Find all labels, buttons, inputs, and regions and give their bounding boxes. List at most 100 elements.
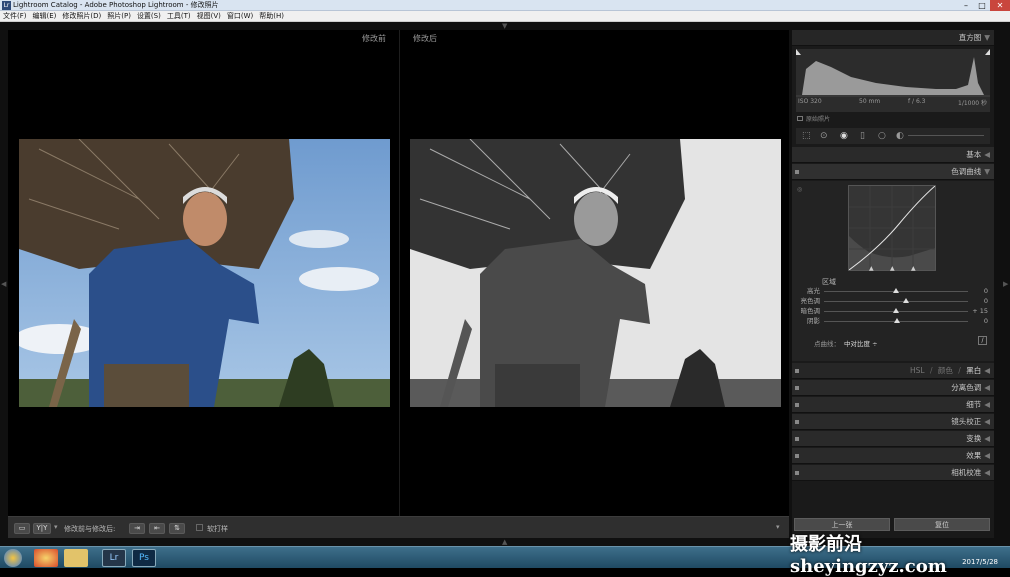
targeted-adjustment-icon[interactable]: ◎ [797,186,802,193]
lens-title: 镜头校正 [951,417,982,426]
window-title: Lightroom Catalog - Adobe Photoshop Ligh… [13,1,219,9]
slider-label: 阴影 [807,317,820,325]
swap-before-after-button[interactable]: ⇅ [169,523,185,534]
highlights-slider[interactable]: 高光 0 [798,287,988,296]
tone-curve-section-header[interactable]: 色调曲线 ▼ [792,164,994,180]
expand-icon: ◀ [984,150,990,159]
tab-hsl[interactable]: HSL [910,366,925,375]
mode-dropdown-icon[interactable]: ▾ [54,523,58,531]
panel-switch-icon[interactable] [795,369,799,373]
lens-section-header[interactable]: 镜头校正 ◀ [792,414,994,430]
panel-switch-icon[interactable] [795,386,799,390]
tone-curve-graph[interactable]: ▲ ▲ ▲ [848,185,936,272]
expand-icon: ◀ [984,400,990,409]
tool-strip-slider[interactable] [908,135,984,136]
tab-color[interactable]: 颜色 [938,366,953,375]
panel-switch-icon[interactable] [795,454,799,458]
softproof-checkbox[interactable] [196,524,203,531]
transform-section-header[interactable]: 变换 ◀ [792,431,994,447]
effects-title: 效果 [966,451,982,460]
tab-separator: / [929,366,933,375]
copy-before-to-after-button[interactable]: ⇥ [129,523,145,534]
shadows-slider[interactable]: 阴影 0 [798,317,988,326]
histogram-iso: ISO 320 [798,98,822,105]
browser-icon[interactable] [34,549,58,567]
left-panel-toggle-icon[interactable]: ◀ [1,280,6,288]
slider-value: 0 [983,317,988,325]
menu-photo[interactable]: 照片(P) [104,11,134,22]
tab-separator: / [958,366,961,375]
expand-icon: ◀ [984,417,990,426]
after-label: 修改后 [413,34,437,43]
right-panel-toggle-icon[interactable]: ▶ [1003,280,1008,288]
darks-slider[interactable]: 暗色调 + 15 [798,307,989,316]
curve-split-handle-1[interactable]: ▲ [869,265,874,272]
photoshop-taskbar-icon[interactable]: Ps [132,549,156,567]
tab-bw[interactable]: 黑白 [966,366,981,375]
after-photo[interactable] [410,139,781,407]
bottom-panel-toggle-icon[interactable]: ▲ [502,538,507,546]
panel-switch-icon[interactable] [795,420,799,424]
panel-switch-icon[interactable] [795,403,799,407]
tone-curve-section-title: 色调曲线 [951,167,982,176]
adjustment-brush-icon[interactable]: ◐ [896,131,904,141]
slider-label: 暗色调 [800,307,821,315]
collapse-icon: ▼ [984,167,990,176]
curve-split-handle-3[interactable]: ▲ [911,265,916,272]
calibration-title: 相机校准 [951,468,982,477]
detail-title: 细节 [966,400,982,409]
crop-tool-icon[interactable]: ⬚ [802,131,811,141]
menu-settings[interactable]: 设置(S) [134,11,164,22]
expand-icon: ◀ [984,383,990,392]
point-curve-select[interactable]: 中对比度 ÷ [844,338,878,348]
curve-split-handle-2[interactable]: ▲ [890,265,895,272]
basic-section-title: 基本 [966,150,982,159]
slider-label: 高光 [807,287,820,295]
menu-help[interactable]: 帮助(H) [256,11,287,22]
basic-section-header[interactable]: 基本 ◀ [792,147,994,163]
lightroom-taskbar-icon[interactable]: Lr [102,549,126,567]
effects-section-header[interactable]: 效果 ◀ [792,448,994,464]
toolbar-options-icon[interactable]: ▾ [776,523,780,531]
menu-edit[interactable]: 编辑(E) [30,11,60,22]
panel-switch-icon[interactable] [795,437,799,441]
panel-switch-icon[interactable] [795,170,799,174]
slider-value: 0 [983,297,988,305]
copy-after-to-before-button[interactable]: ⇤ [149,523,165,534]
detail-section-header[interactable]: 细节 ◀ [792,397,994,413]
menu-develop[interactable]: 修改照片(D) [59,11,104,22]
close-button[interactable]: ✕ [990,0,1010,11]
histogram-header[interactable]: 直方图 ▼ [792,30,994,46]
menu-window[interactable]: 窗口(W) [224,11,256,22]
maximize-button[interactable]: □ [974,0,990,11]
menu-file[interactable]: 文件(F) [0,11,30,22]
red-eye-icon[interactable]: ◉ [840,131,848,141]
spot-removal-icon[interactable]: ⊙ [820,131,828,141]
transform-title: 变换 [966,434,982,443]
top-panel-toggle-icon[interactable]: ▼ [502,22,507,30]
menu-tools[interactable]: 工具(T) [164,11,194,22]
original-photo-toggle[interactable]: 原始照片 [797,114,830,123]
histogram-shutter: 1/1000 秒 [958,100,988,107]
histogram-focal: 50 mm [859,98,881,105]
original-photo-label: 原始照片 [806,116,831,123]
edit-point-curve-icon[interactable]: / [978,336,987,345]
expand-icon: ◀ [984,451,990,460]
graduated-filter-icon[interactable]: ▯ [860,131,865,141]
collapse-icon: ▼ [984,33,990,42]
before-after-mode-button[interactable]: Y|Y [33,523,51,534]
lights-slider[interactable]: 亮色调 0 [798,297,989,306]
lightroom-app-icon: Lr [2,1,11,10]
split-toning-section-header[interactable]: 分离色调 ◀ [792,380,994,396]
menu-view[interactable]: 视图(V) [194,11,224,22]
radial-filter-icon[interactable]: ○ [878,131,886,141]
expand-icon: ◀ [984,434,990,443]
file-explorer-icon[interactable] [64,549,88,567]
start-button-icon[interactable] [4,549,22,567]
before-photo[interactable] [19,139,390,407]
panel-switch-icon[interactable] [795,471,799,475]
loupe-view-icon[interactable]: ▭ [14,523,30,534]
histogram[interactable]: ISO 320 50 mm f / 6.3 1/1000 秒 [796,49,990,112]
calibration-section-header[interactable]: 相机校准 ◀ [792,465,994,481]
minimize-button[interactable]: – [958,0,974,11]
